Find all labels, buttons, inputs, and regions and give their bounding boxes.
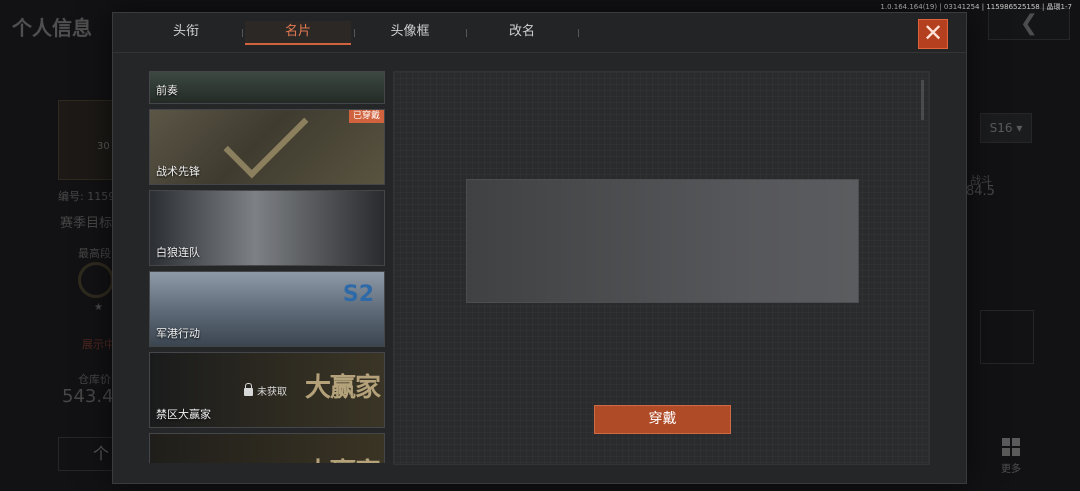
namecard-art-text: 大赢家 (304, 373, 381, 403)
lock-icon (244, 383, 253, 396)
namecard-label: 战术先锋 (156, 165, 200, 178)
tab-bar: 头衔 名片 头像框 改名 (133, 21, 581, 45)
wear-button[interactable]: 穿戴 (594, 405, 731, 434)
tab-rename[interactable]: 改名 (469, 21, 579, 45)
version-info: 1.0.164.164(19) | 03141254 | 11598652515… (880, 3, 1072, 11)
tab-title[interactable]: 头衔 (133, 21, 243, 45)
namecard-item[interactable]: S2 军港行动 (149, 271, 385, 347)
namecard-label: 军港行动 (156, 327, 200, 340)
namecard-label: 前奏 (156, 84, 178, 97)
close-icon: ✕ (922, 19, 944, 47)
namecard-preview (466, 179, 859, 303)
close-button[interactable]: ✕ (918, 19, 948, 49)
tab-avatar-frame[interactable]: 头像框 (357, 21, 467, 45)
namecard-label: 白狼连队 (156, 246, 200, 259)
namecard-item[interactable]: 前奏 (149, 71, 385, 104)
namecard-art-text: S2 (342, 282, 374, 307)
preview-scrollbar[interactable] (921, 80, 924, 120)
namecard-item[interactable]: 白狼连队 (149, 190, 385, 266)
namecard-art-text: 大赢家 (305, 452, 381, 463)
modal-header: 头衔 名片 头像框 改名 ✕ (113, 13, 966, 53)
namecard-list[interactable]: 前奏 已穿戴 战术先锋 白狼连队 S2 军港行动 大赢家 未获取 禁区大赢家 大… (149, 71, 387, 463)
namecard-label: 禁区大赢家 (156, 408, 211, 421)
equipped-badge: 已穿戴 (348, 110, 384, 123)
locked-status: 未获取 (244, 383, 287, 398)
namecard-item[interactable]: 大赢家 (149, 433, 385, 463)
namecard-preview-pane: 穿戴 (393, 71, 930, 465)
namecard-item[interactable]: 已穿戴 战术先锋 (149, 109, 385, 185)
namecard-item[interactable]: 大赢家 未获取 禁区大赢家 (149, 352, 385, 428)
locked-label: 未获取 (257, 387, 287, 398)
chevron-emblem-icon (223, 110, 309, 179)
tab-namecard[interactable]: 名片 (245, 21, 355, 45)
profile-card-modal: 头衔 名片 头像框 改名 ✕ 前奏 已穿戴 战术先锋 白狼连队 S2 军港行动 … (112, 12, 967, 484)
